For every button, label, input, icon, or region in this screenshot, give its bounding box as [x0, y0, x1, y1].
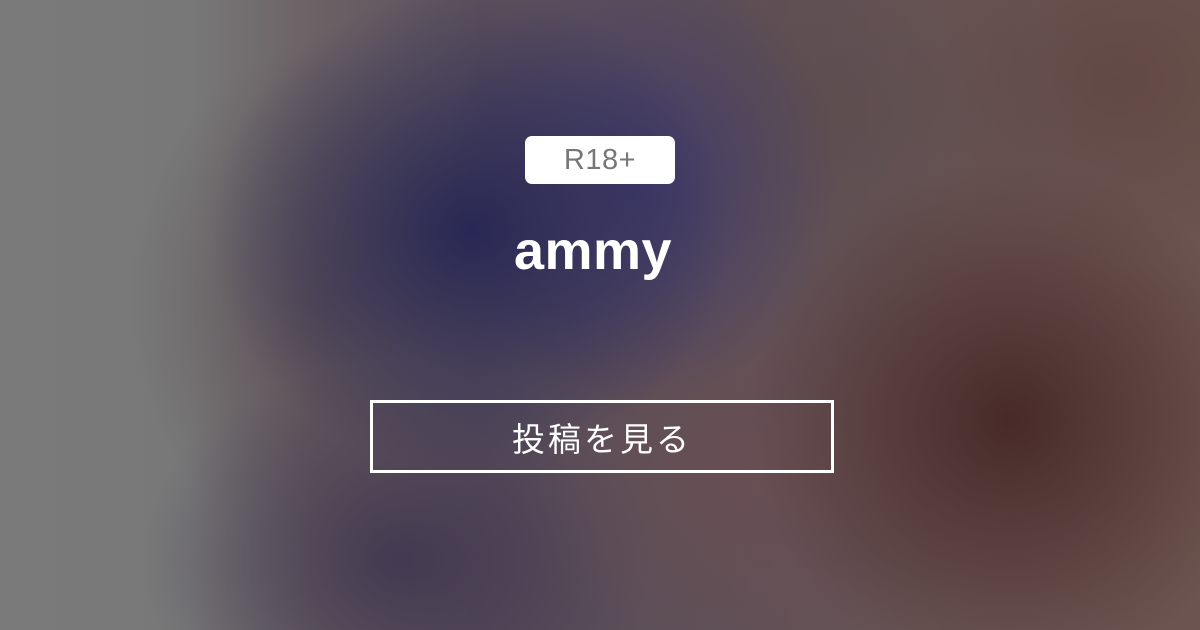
card-content: R18+ ammy 投稿を見る: [0, 0, 1200, 630]
view-posts-button[interactable]: 投稿を見る: [370, 400, 834, 473]
age-rating-badge: R18+: [525, 136, 675, 184]
share-card: R18+ ammy 投稿を見る: [0, 0, 1200, 630]
creator-name: ammy: [513, 221, 673, 281]
